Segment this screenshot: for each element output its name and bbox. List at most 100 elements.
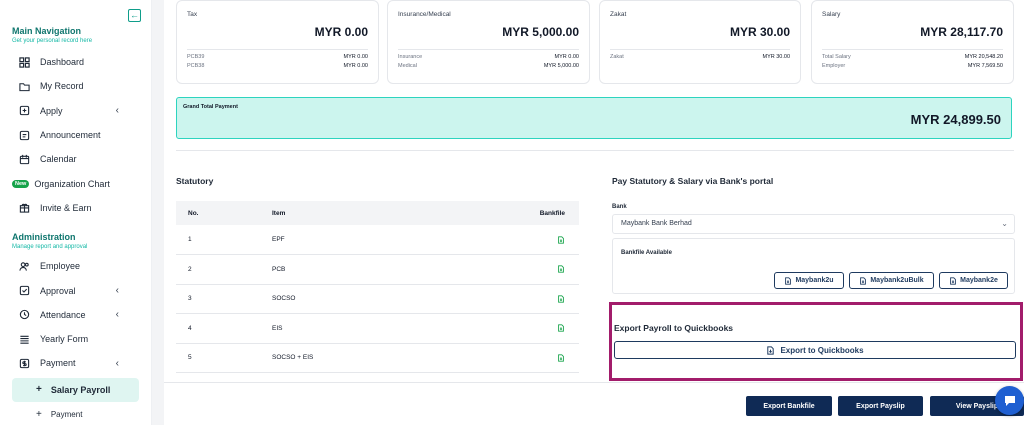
chevron-left-icon: ‹	[115, 357, 119, 369]
users-icon	[18, 260, 30, 272]
chevron-left-icon: ‹	[115, 285, 119, 297]
list-icon	[18, 333, 30, 345]
download-file-icon[interactable]	[557, 265, 565, 273]
maybank2u-button[interactable]: Maybank2u	[774, 272, 844, 289]
sidebar-item-salary-payroll[interactable]: + Salary Payroll	[12, 377, 139, 402]
sidebar-item-invite-earn[interactable]: Invite & Earn	[12, 196, 139, 220]
bank-select[interactable]: Maybank Bank Berhad ⌄	[612, 214, 1015, 234]
table-row: 1 EPF	[176, 225, 579, 255]
row-item: EPF	[272, 225, 430, 255]
card-row: Total Salary MYR 20,548.20	[822, 54, 1003, 60]
card-row: PCB39 MYR 0.00	[187, 54, 368, 60]
calendar-icon	[18, 153, 30, 165]
main-nav-subtitle: Get your personal record here	[12, 38, 93, 44]
sidebar-item-label: Yearly Form	[40, 334, 89, 345]
chevron-down-icon: ⌄	[1001, 219, 1008, 228]
plus-icon: +	[36, 384, 42, 396]
sidebar-item-announcement[interactable]: Announcement	[12, 123, 139, 147]
column-header: Bankfile	[429, 201, 579, 225]
sidebar-item-label: My Record	[40, 81, 84, 92]
table-row: 5 SOCSO + EIS	[176, 343, 579, 373]
clock-icon	[18, 309, 30, 321]
salary-card: Salary MYR 28,117.70 Total Salary MYR 20,…	[811, 0, 1014, 84]
grand-total-banner: Grand Total Payment MYR 24,899.50	[176, 97, 1012, 139]
card-row: Insurance MYR 0.00	[398, 54, 579, 60]
sidebar-item-label: Apply	[40, 105, 63, 116]
statutory-title: Statutory	[176, 176, 214, 186]
card-row: Zakat MYR 30.00	[610, 54, 790, 60]
download-file-icon[interactable]	[557, 295, 565, 303]
sidebar-item-label: Payment	[50, 409, 83, 419]
bank-label: Bank	[612, 204, 627, 210]
plus-icon: +	[36, 408, 42, 420]
export-to-quickbooks-button[interactable]: Export to Quickbooks	[614, 341, 1016, 359]
grid-icon	[18, 56, 30, 68]
action-footer: Export Bankfile Export Payslip View Pays…	[164, 382, 1024, 425]
bank-select-value: Maybank Bank Berhad	[621, 220, 692, 227]
maybank2ubulk-button[interactable]: Maybank2uBulk	[849, 272, 934, 289]
main-content: Tax MYR 0.00 PCB39 MYR 0.00 PCB38 MYR 0.00…	[164, 0, 1024, 425]
main-nav-list: Dashboard My Record Apply ‹ Announcement…	[12, 50, 139, 220]
sidebar-item-label: Organization Chart	[34, 178, 110, 189]
sidebar-item-payment-cutoff[interactable]: + Payment	[12, 402, 139, 426]
sidebar-item-yearly-form[interactable]: Yearly Form	[12, 327, 139, 351]
announcement-icon	[18, 129, 30, 141]
sidebar-item-label: Dashboard	[40, 57, 85, 68]
sidebar-item-my-record[interactable]: My Record	[12, 74, 139, 98]
table-row: 4 EIS	[176, 313, 579, 344]
sidebar-item-organization-chart[interactable]: New Organization Chart	[12, 171, 139, 195]
new-badge: New	[12, 179, 30, 188]
grand-total-label: Grand Total Payment	[183, 104, 238, 110]
grand-total-amount: MYR 24,899.50	[910, 112, 1001, 127]
sidebar-item-calendar[interactable]: Calendar	[12, 147, 139, 171]
file-icon	[860, 276, 867, 285]
download-file-icon[interactable]	[557, 354, 565, 362]
sidebar-item-label: Attendance	[40, 309, 86, 320]
sidebar-item-approval[interactable]: Approval ‹	[12, 278, 139, 302]
sidebar-item-payment[interactable]: Payment ‹	[12, 351, 139, 375]
row-item: SOCSO	[272, 284, 430, 314]
row-number: 5	[176, 343, 272, 373]
sidebar-gutter	[152, 0, 164, 425]
zakat-card: Zakat MYR 30.00 Zakat MYR 30.00	[599, 0, 801, 84]
column-header: No.	[176, 201, 272, 225]
admin-subtitle: Manage report and approval	[12, 244, 88, 251]
row-number: 1	[176, 225, 272, 255]
collapse-sidebar-icon[interactable]: ←	[128, 9, 141, 22]
bank-portal-title: Pay Statutory & Salary via Bank's portal	[612, 176, 774, 186]
sidebar-item-apply[interactable]: Apply ‹	[12, 99, 139, 123]
gift-icon	[18, 202, 30, 214]
row-item: PCB	[272, 254, 430, 285]
sidebar-item-employee[interactable]: Employee	[12, 254, 139, 278]
bankfile-label: Bankfile Available	[621, 250, 672, 256]
sidebar-item-label: Employee	[40, 261, 81, 272]
export-bankfile-button[interactable]: Export Bankfile	[746, 396, 832, 416]
file-icon	[785, 276, 792, 285]
maybank2e-button[interactable]: Maybank2e	[939, 272, 1008, 289]
sidebar-item-attendance[interactable]: Attendance ‹	[12, 303, 139, 327]
section-divider	[176, 150, 1014, 151]
sidebar-item-label: Invite & Earn	[40, 202, 92, 213]
sidebar-item-label: Approval	[40, 285, 76, 296]
admin-title: Administration	[12, 232, 76, 243]
tax-card: Tax MYR 0.00 PCB39 MYR 0.00 PCB38 MYR 0.00	[176, 0, 379, 84]
quickbooks-title: Export Payroll to Quickbooks	[614, 323, 734, 333]
sidebar-item-dashboard[interactable]: Dashboard	[12, 50, 139, 74]
chevron-left-icon: ‹	[115, 309, 119, 321]
download-file-icon[interactable]	[557, 324, 565, 332]
check-square-icon	[18, 285, 30, 297]
card-row: Medical MYR 5,000.00	[398, 63, 579, 69]
main-nav-title: Main Navigation	[12, 26, 82, 36]
chat-widget[interactable]	[995, 386, 1024, 415]
card-label: Zakat	[610, 11, 627, 18]
table-row: 3 SOCSO	[176, 284, 579, 314]
card-row: Employer MYR 7,569.50	[822, 63, 1003, 69]
export-payslip-button[interactable]: Export Payslip	[838, 396, 923, 416]
file-icon	[767, 345, 775, 355]
card-label: Insurance/Medical	[398, 11, 451, 18]
card-amount: MYR 0.00	[314, 25, 368, 39]
table-row: 2 PCB	[176, 254, 579, 285]
card-label: Salary	[822, 11, 841, 18]
download-file-icon[interactable]	[557, 235, 565, 244]
file-icon	[950, 276, 956, 285]
